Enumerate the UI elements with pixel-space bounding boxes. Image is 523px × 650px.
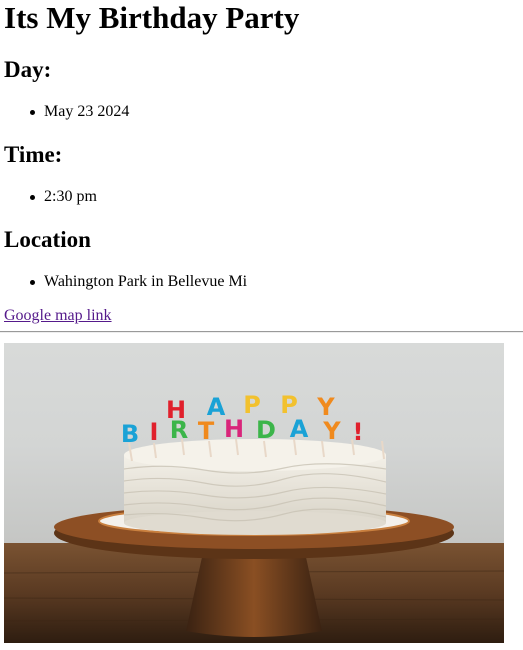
svg-text:Y: Y <box>322 417 341 445</box>
google-map-link[interactable]: Google map link <box>4 307 112 325</box>
time-list: 2:30 pm <box>26 188 97 206</box>
day-heading: Day: <box>4 57 52 82</box>
svg-text:B: B <box>121 420 139 448</box>
svg-text:T: T <box>198 417 215 445</box>
svg-text:R: R <box>170 416 188 444</box>
location-value: Wahington Park in Bellevue Mi <box>26 273 247 291</box>
svg-text:H: H <box>224 415 244 443</box>
day-list: May 23 2024 <box>26 103 129 121</box>
svg-text:A: A <box>290 415 309 443</box>
birthday-cake-image: H A P P Y B I R T H D A Y ! <box>4 343 504 643</box>
divider <box>0 331 523 333</box>
location-heading: Location <box>4 227 91 252</box>
location-list: Wahington Park in Bellevue Mi <box>26 273 247 291</box>
svg-text:!: ! <box>353 418 364 446</box>
svg-text:I: I <box>150 418 159 446</box>
time-heading: Time: <box>4 142 63 167</box>
svg-text:D: D <box>256 416 276 444</box>
time-value: 2:30 pm <box>26 188 97 206</box>
svg-text:P: P <box>243 391 261 419</box>
day-value: May 23 2024 <box>26 103 129 121</box>
page-title: Its My Birthday Party <box>4 0 300 35</box>
